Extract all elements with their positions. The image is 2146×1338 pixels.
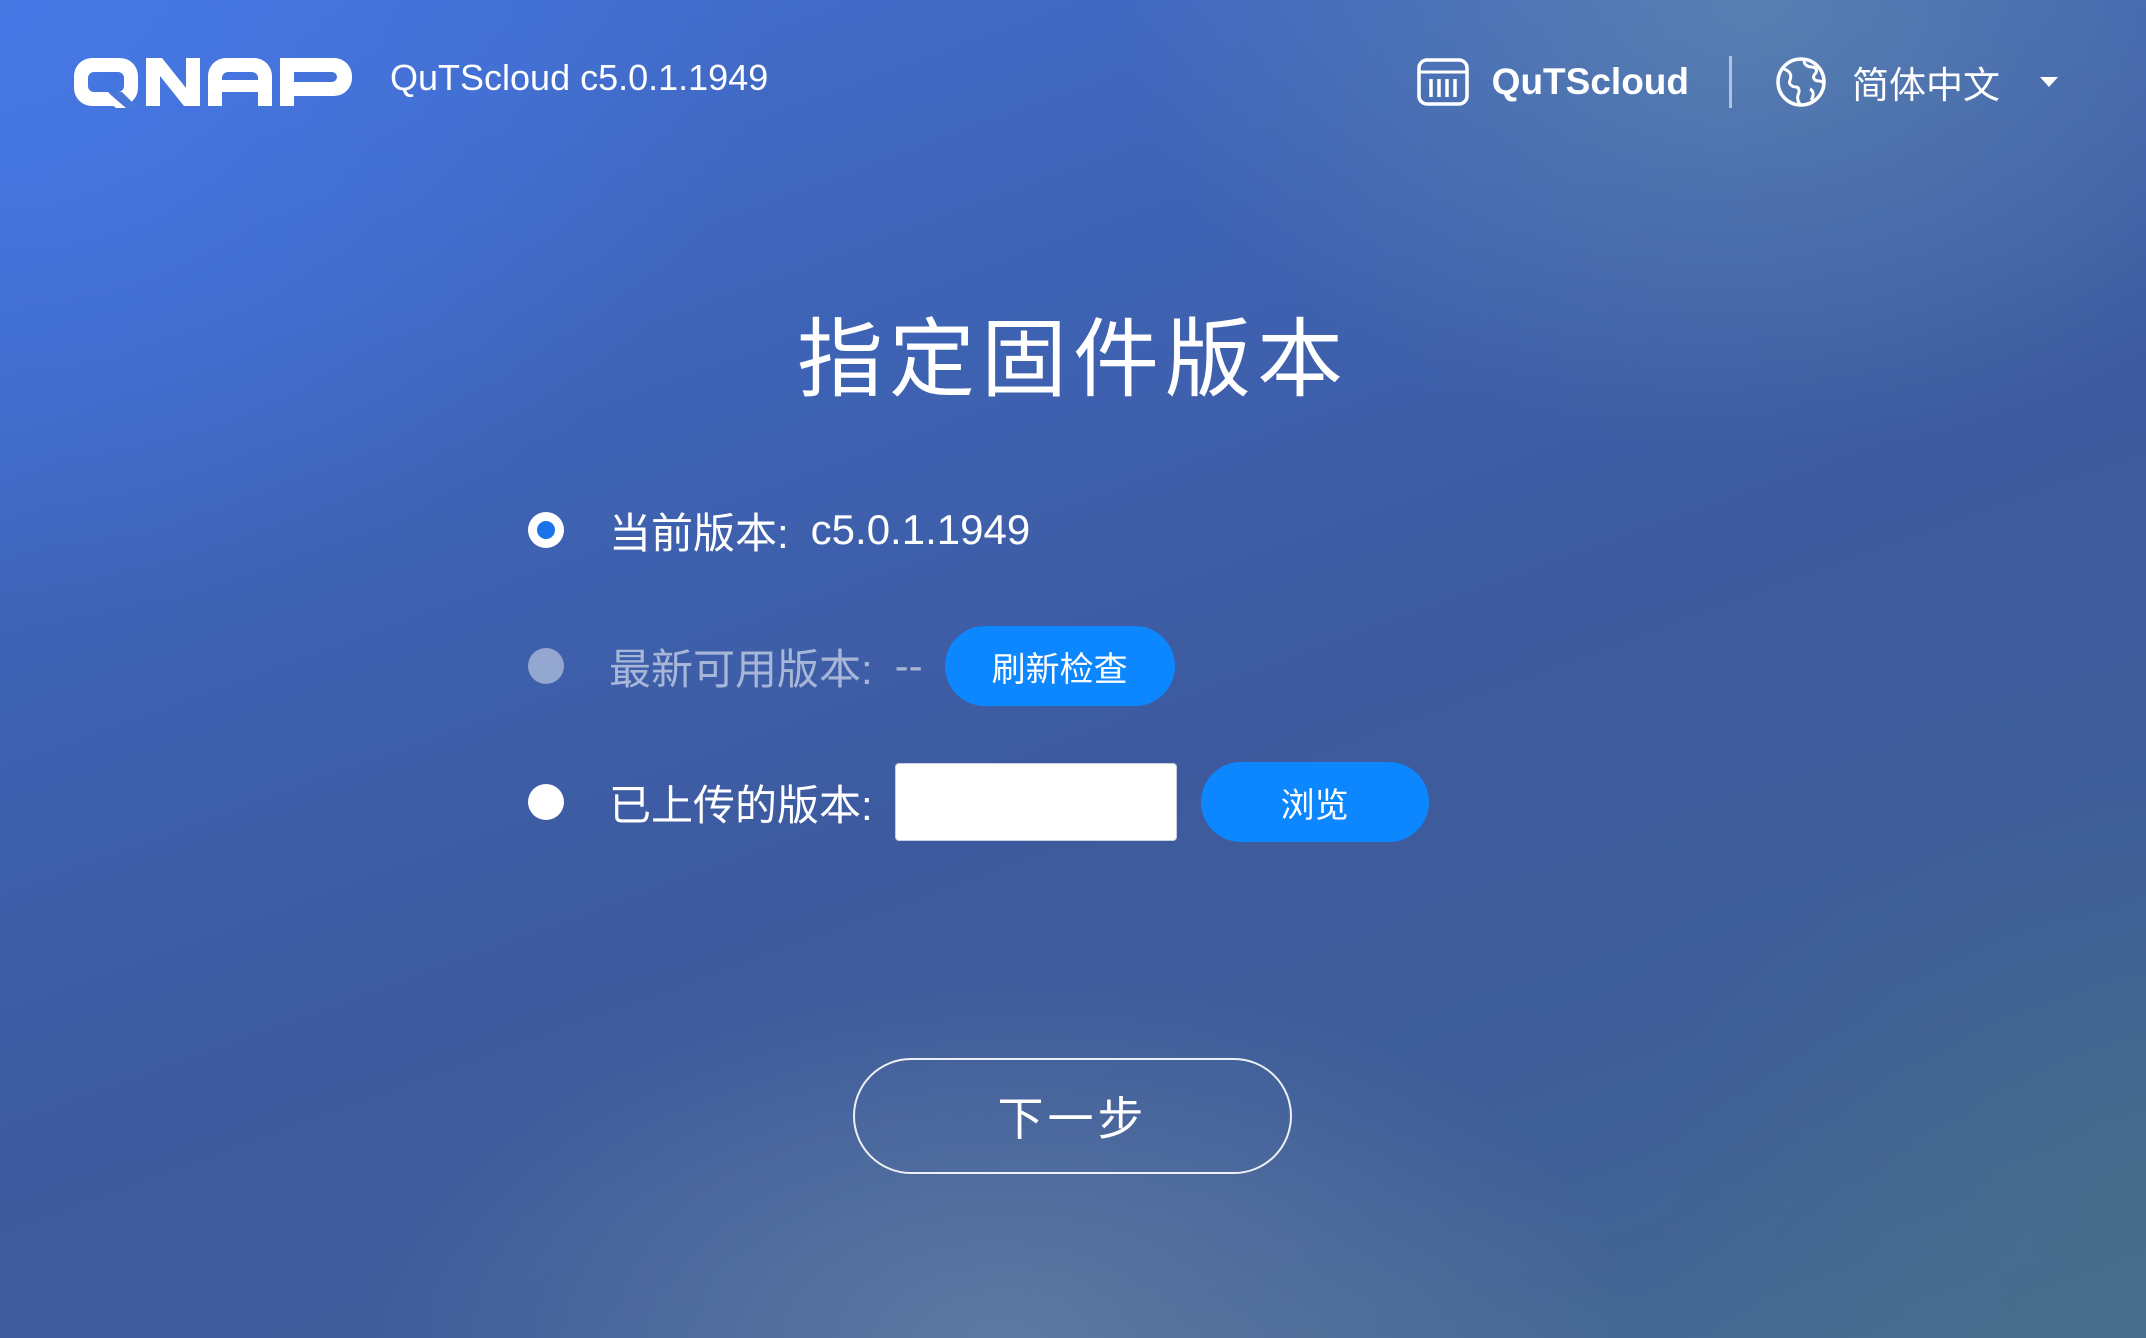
chevron-down-icon[interactable] [2040, 77, 2058, 87]
qnap-logo [74, 58, 352, 108]
option-current-version[interactable]: 当前版本: c5.0.1.1949 [528, 490, 1030, 570]
nas-device-icon [1416, 58, 1469, 106]
current-version-value: c5.0.1.1949 [810, 506, 1031, 553]
uploaded-version-label: 已上传的版本: [609, 781, 873, 829]
product-name: QuTScloud [1491, 61, 1689, 102]
radio-uploaded-version[interactable] [528, 784, 564, 820]
current-version-label: 当前版本: [609, 509, 789, 557]
latest-version-label: 最新可用版本: [609, 645, 873, 693]
option-latest-version: 最新可用版本: -- 刷新检查 [528, 626, 1175, 706]
header-right: QuTScloud 简体中文 [1416, 50, 2058, 114]
option-uploaded-version[interactable]: 已上传的版本: 浏览 [528, 762, 1429, 842]
header-divider [1729, 56, 1732, 108]
uploaded-file-field[interactable] [894, 763, 1177, 841]
globe-icon[interactable] [1774, 55, 1828, 109]
browse-button[interactable]: 浏览 [1200, 762, 1429, 842]
next-step-button[interactable]: 下一步 [853, 1058, 1292, 1174]
refresh-check-button[interactable]: 刷新检查 [944, 626, 1175, 706]
radio-latest-version [528, 648, 564, 684]
language-selector[interactable]: 简体中文 [1852, 55, 2000, 109]
radio-current-version[interactable] [528, 512, 564, 548]
latest-version-value: -- [894, 642, 923, 689]
firmware-version-label: QuTScloud c5.0.1.1949 [390, 57, 769, 98]
page-title: 指定固件版本 [797, 312, 1349, 408]
